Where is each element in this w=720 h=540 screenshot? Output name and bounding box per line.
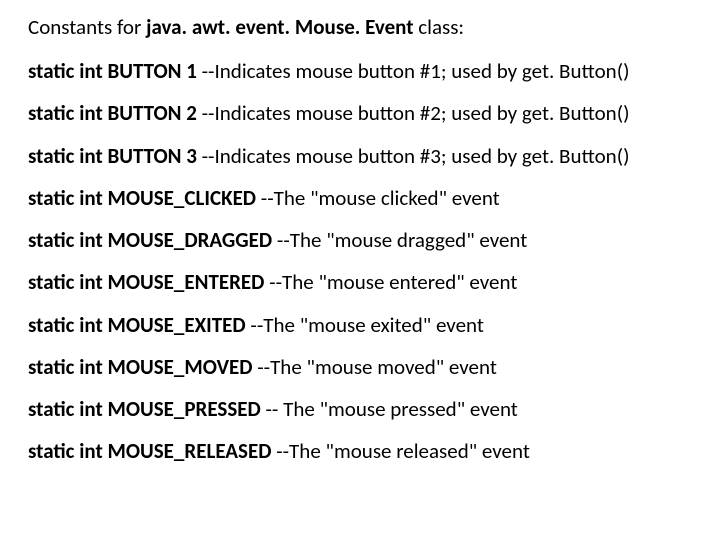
constant-entry: static int MOUSE_PRESSED -- The "mouse p… <box>28 396 692 422</box>
title-prefix: Constants for <box>28 14 146 40</box>
constant-keyword: static int BUTTON 3 <box>28 143 197 169</box>
constant-description: --The "mouse clicked" event <box>256 185 500 211</box>
page-title: Constants for java. awt. event. Mouse. E… <box>28 14 692 40</box>
constant-description: --Indicates mouse button #1; used by get… <box>197 58 630 84</box>
constant-keyword: static int MOUSE_MOVED <box>28 354 252 380</box>
constant-keyword: static int MOUSE_PRESSED <box>28 396 261 422</box>
constant-keyword: static int MOUSE_EXITED <box>28 312 246 338</box>
constant-keyword: static int MOUSE_DRAGGED <box>28 227 272 253</box>
constant-entry: static int BUTTON 1 --Indicates mouse bu… <box>28 58 692 84</box>
constant-entry: static int MOUSE_MOVED --The "mouse move… <box>28 354 692 380</box>
constant-description: --The "mouse entered" event <box>264 269 517 295</box>
title-class-name: java. awt. event. Mouse. Event <box>146 14 413 40</box>
constant-description: --The "mouse dragged" event <box>272 227 527 253</box>
constant-keyword: static int MOUSE_ENTERED <box>28 269 264 295</box>
constant-entry: static int BUTTON 3 --Indicates mouse bu… <box>28 143 692 169</box>
constant-entry: static int MOUSE_DRAGGED --The "mouse dr… <box>28 227 692 253</box>
constant-keyword: static int BUTTON 1 <box>28 58 197 84</box>
constant-description: --The "mouse moved" event <box>252 354 496 380</box>
constant-entry: static int MOUSE_EXITED --The "mouse exi… <box>28 312 692 338</box>
constant-description: --The "mouse exited" event <box>246 312 484 338</box>
constant-description: --Indicates mouse button #2; used by get… <box>197 100 630 126</box>
constant-entry: static int MOUSE_ENTERED --The "mouse en… <box>28 269 692 295</box>
constant-keyword: static int MOUSE_RELEASED <box>28 438 271 464</box>
constant-keyword: static int BUTTON 2 <box>28 100 197 126</box>
constant-entry-partial: static int MOUSE_RELEASED --The "mouse r… <box>28 438 692 464</box>
constant-description: -- The "mouse pressed" event <box>261 396 518 422</box>
document-content: Constants for java. awt. event. Mouse. E… <box>0 0 720 479</box>
constant-keyword: static int MOUSE_CLICKED <box>28 185 256 211</box>
constant-entry: static int MOUSE_CLICKED --The "mouse cl… <box>28 185 692 211</box>
constant-entry: static int BUTTON 2 --Indicates mouse bu… <box>28 100 692 126</box>
constant-description: --Indicates mouse button #3; used by get… <box>197 143 630 169</box>
constant-description: --The "mouse released" event <box>271 438 529 464</box>
title-suffix: class: <box>414 14 465 40</box>
